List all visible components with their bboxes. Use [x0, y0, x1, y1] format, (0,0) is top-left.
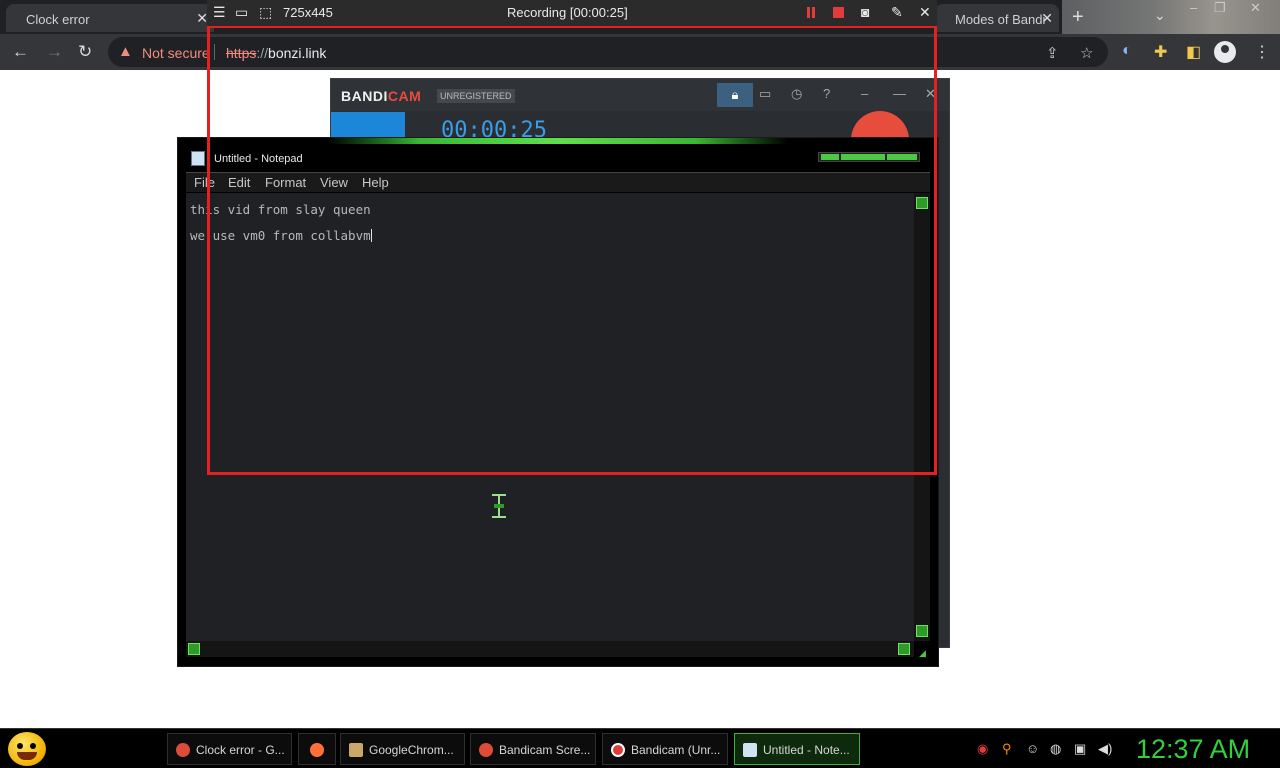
taskbar-label: Bandicam Scre... — [499, 743, 591, 757]
tab-search-icon[interactable]: ⌄ — [1154, 7, 1166, 24]
bookmark-star-icon[interactable]: ☆ — [1080, 44, 1093, 62]
stop-icon[interactable] — [833, 7, 844, 18]
side-panel-icon[interactable]: ◧ — [1186, 42, 1201, 62]
share-icon[interactable]: ⇪ — [1046, 44, 1059, 62]
pencil-icon[interactable]: ✎ — [891, 4, 903, 21]
taskbar-label: Bandicam (Unr... — [631, 743, 721, 757]
minimize-window-button[interactable]: – — [1190, 0, 1197, 15]
select-region-icon[interactable]: ⬚ — [259, 4, 272, 21]
text-cursor-icon — [492, 494, 506, 518]
close-icon[interactable]: ✕ — [919, 4, 931, 21]
scroll-right-button[interactable] — [898, 643, 910, 655]
tab-modes-of-bandicam[interactable]: Modes of Bandi ✕ — [935, 4, 1059, 32]
camera-icon[interactable]: ◙ — [861, 4, 869, 20]
search-icon[interactable]: ⚲ — [1002, 741, 1012, 757]
taskbar: Clock error - G... GoogleChrom... Bandic… — [0, 728, 1280, 768]
tab-title: Modes of Bandi — [955, 12, 1046, 27]
pause-icon[interactable] — [807, 7, 815, 18]
start-button[interactable] — [8, 732, 46, 766]
tab-title: Clock error — [26, 12, 90, 27]
chrome-icon — [479, 743, 493, 757]
notepad-icon — [743, 743, 757, 757]
extension-flag-icon[interactable]: ◐ — [1122, 42, 1132, 60]
taskbar-bandicam-screen[interactable]: Bandicam Scre... — [470, 733, 596, 765]
profile-avatar[interactable] — [1214, 41, 1236, 63]
restore-window-button[interactable]: ❐ — [1214, 0, 1226, 16]
taskbar-googlechrome-folder[interactable]: GoogleChrom... — [340, 733, 465, 765]
capture-toolbar: ☰ ▭ ⬚ 725x445 Recording [00:00:25] ◙ ✎ ✕ — [207, 0, 937, 26]
taskbar-notepad[interactable]: Untitled - Note... — [734, 733, 860, 765]
bandicam-record-icon — [611, 743, 625, 757]
firefox-icon — [310, 743, 324, 757]
chrome-icon — [176, 743, 190, 757]
reload-icon[interactable]: ↻ — [78, 42, 92, 62]
forward-arrow-icon[interactable]: → — [46, 42, 63, 62]
taskbar-firefox[interactable] — [298, 733, 336, 765]
horizontal-scrollbar[interactable] — [186, 641, 914, 657]
menu-icon[interactable]: ☰ — [213, 4, 226, 21]
warning-triangle-icon[interactable]: ▲ — [118, 43, 133, 60]
volume-icon[interactable]: ◀) — [1098, 741, 1112, 757]
recording-status: Recording [00:00:25] — [507, 5, 628, 20]
extensions-puzzle-icon[interactable]: ✚ — [1154, 42, 1167, 62]
more-menu-icon[interactable]: ⋮ — [1254, 42, 1270, 62]
capture-region-frame[interactable] — [207, 25, 937, 475]
capture-size: 725x445 — [283, 5, 333, 20]
chat-icon[interactable]: ☺ — [1026, 741, 1039, 756]
resize-grip-icon[interactable]: ◢ — [919, 648, 926, 659]
back-arrow-icon[interactable]: ← — [12, 42, 29, 62]
taskbar-chrome-clock-error[interactable]: Clock error - G... — [167, 733, 292, 765]
scroll-left-button[interactable] — [188, 643, 200, 655]
scroll-down-button[interactable] — [916, 625, 928, 637]
globe-icon[interactable]: ◍ — [1050, 741, 1061, 757]
taskbar-label: Untitled - Note... — [763, 743, 850, 757]
fullscreen-icon[interactable]: ▭ — [235, 4, 248, 21]
network-icon[interactable]: ▣ — [1074, 741, 1086, 757]
taskbar-bandicam-app[interactable]: Bandicam (Unr... — [602, 733, 728, 765]
security-indicator[interactable]: Not secure — [142, 45, 210, 61]
close-window-button[interactable]: ✕ — [1250, 0, 1261, 16]
bandicam-tray-icon[interactable]: ◉ — [977, 741, 988, 757]
close-tab-icon[interactable]: ✕ — [1041, 10, 1053, 27]
folder-icon — [349, 743, 363, 757]
background-map-image — [1062, 0, 1280, 34]
taskbar-label: Clock error - G... — [196, 743, 285, 757]
tab-clock-error[interactable]: Clock error ✕ — [6, 4, 214, 32]
taskbar-clock[interactable]: 12:37 AM — [1136, 734, 1250, 765]
new-tab-button[interactable]: + — [1072, 6, 1084, 29]
taskbar-label: GoogleChrom... — [369, 743, 454, 757]
notepad-icon — [191, 151, 205, 166]
